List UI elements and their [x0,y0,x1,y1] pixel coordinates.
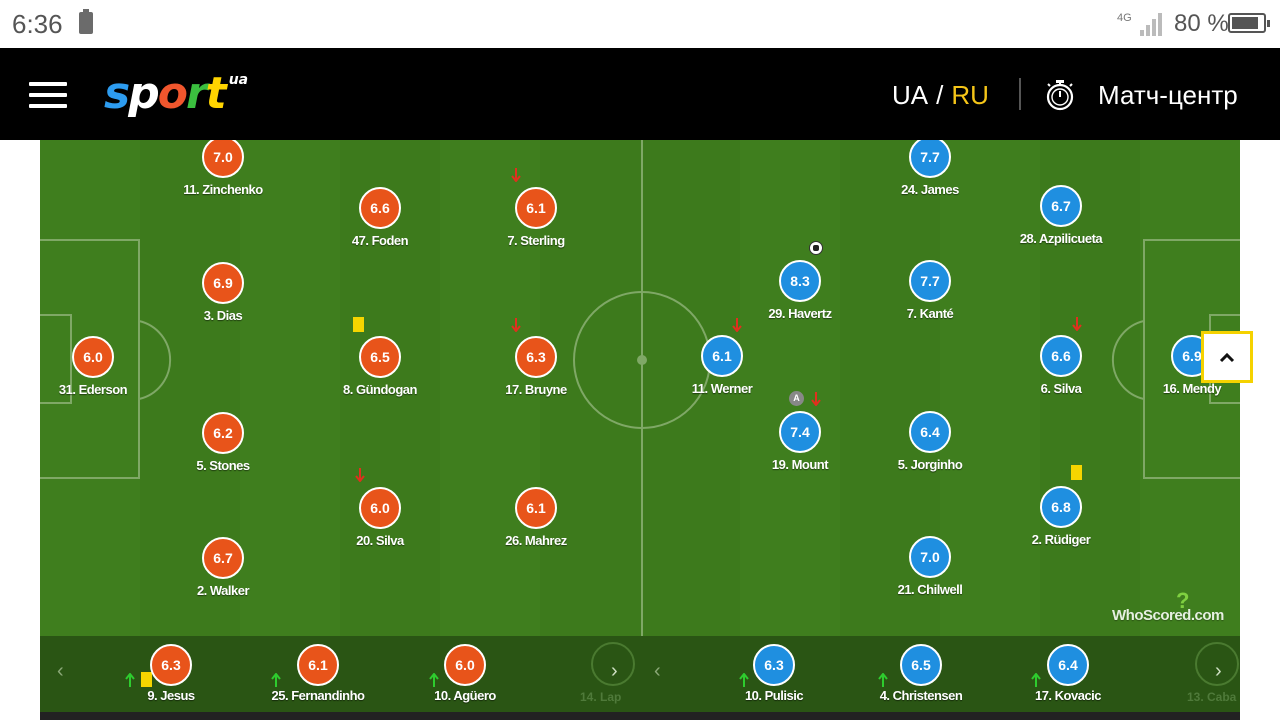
hamburger-menu-icon[interactable] [29,82,67,108]
lineup-pitch: 7.0 11. Zinchenko 6.6 47. Foden 6.1 7. S… [40,140,1240,636]
status-time: 6:36 [12,9,63,39]
signal-icon [1140,12,1166,36]
sub-on-arrow-icon [878,673,888,687]
logo-suffix: ua [228,72,249,88]
player-name: 47. Foden [351,233,409,248]
sub-on-arrow-icon [125,673,135,687]
player-name: 5. Jorginho [897,457,963,472]
battery-icon [1228,13,1270,33]
player-rating[interactable]: 6.9 [202,262,244,304]
player-name: 7. Kanté [906,306,954,321]
player-name: 5. Stones [196,458,250,473]
bench-away-prev-arrow-icon[interactable]: ‹ [654,660,661,683]
player-rating[interactable]: 7.0 [909,536,951,578]
player-rating[interactable]: 6.1 [297,644,339,686]
yellow-card-icon [353,317,364,332]
player-name: 8. Gündogan [343,382,417,397]
sub-on-arrow-icon [271,673,281,687]
player-rating[interactable]: 8.3 [779,260,821,302]
player-rating[interactable]: 6.8 [1040,486,1082,528]
site-header: sport ua UA / RU Матч-центр [0,48,1280,140]
player-name: 11. Zinchenko [183,182,263,197]
bottom-edge [40,712,1240,720]
lang-ru-link[interactable]: RU [951,80,989,110]
player-rating[interactable]: 7.7 [909,260,951,302]
player-name: 2. Walker [196,583,250,598]
lang-separator: / [936,80,944,110]
header-divider [1019,78,1021,110]
player-rating[interactable]: 6.1 [515,487,557,529]
yellow-card-icon [1071,465,1082,480]
sub-on-arrow-icon [429,673,439,687]
network-type: 4G [1117,12,1132,24]
player-rating[interactable]: 6.5 [359,336,401,378]
player-name: 2. Rüdiger [1031,532,1091,547]
player-name: 21. Chilwell [897,582,963,597]
player-rating[interactable]: 6.7 [1040,185,1082,227]
player-rating[interactable]: 6.4 [909,411,951,453]
player-rating[interactable]: 6.3 [753,644,795,686]
player-name: 3. Dias [203,308,243,323]
player-rating[interactable]: 6.1 [701,335,743,377]
player-name: 28. Azpilicueta [1019,231,1103,246]
goal-ball-icon [809,241,823,255]
sport-ua-logo[interactable]: sport ua [104,68,248,119]
player-name: 7. Sterling [507,233,565,248]
bench-next-arrow-icon[interactable]: › [611,660,618,683]
language-switcher: UA / RU [892,80,989,111]
bench-prev-arrow-icon[interactable]: ‹ [57,660,64,683]
assist-badge: A [789,391,804,406]
sub-off-arrow-icon [511,168,521,182]
player-rating[interactable]: 6.5 [900,644,942,686]
battery-saver-icon [79,9,93,34]
player-rating[interactable]: 6.2 [202,412,244,454]
sub-on-arrow-icon [739,673,749,687]
scroll-to-top-button[interactable] [1201,331,1253,383]
match-center-label: Матч-центр [1098,80,1238,110]
player-rating[interactable]: 6.4 [1047,644,1089,686]
player-name: 24. James [901,182,959,197]
partial-player-name: 14. Lap [580,690,622,704]
player-name: 17. Bruyne [505,382,567,397]
player-rating[interactable]: 6.0 [72,336,114,378]
substitutes-bench: ‹ 6.3 9. Jesus 6.1 25. Fernandinho 6.0 1… [40,636,1240,712]
player-name: 17. Kovacic [1034,688,1102,703]
sub-off-arrow-icon [732,318,742,332]
player-name: 31. Ederson [58,382,128,397]
sub-off-arrow-icon [811,392,821,406]
sub-on-arrow-icon [1031,673,1041,687]
player-name: 20. Silva [356,533,404,548]
lang-ua-link[interactable]: UA [892,80,928,110]
player-rating[interactable]: 6.0 [444,644,486,686]
player-name: 10. Agüero [434,688,496,703]
bench-away-next-arrow-icon[interactable]: › [1215,660,1222,683]
player-rating[interactable]: 6.6 [359,187,401,229]
player-rating[interactable]: 6.1 [515,187,557,229]
sub-off-arrow-icon [1072,317,1082,331]
player-rating[interactable]: 6.3 [150,644,192,686]
player-rating[interactable]: 6.7 [202,537,244,579]
sub-off-arrow-icon [511,318,521,332]
chevron-up-icon [1219,352,1235,363]
player-name: 26. Mahrez [505,533,567,548]
player-rating[interactable]: 6.6 [1040,335,1082,377]
player-rating[interactable]: 6.3 [515,336,557,378]
partial-player-name: 13. Caba [1187,690,1237,704]
player-name: 16. Mendy [1162,381,1222,396]
battery-percent: 80 % [1174,10,1229,37]
sub-off-arrow-icon [355,468,365,482]
whoscored-watermark: WhoScored.com [1112,607,1224,624]
yellow-card-icon [141,672,152,687]
stopwatch-icon [1046,80,1074,111]
player-rating[interactable]: 7.4 [779,411,821,453]
player-rating[interactable]: 6.0 [359,487,401,529]
player-name: 11. Werner [691,381,753,396]
status-bar: 6:36 4G 80 % [0,0,1280,48]
